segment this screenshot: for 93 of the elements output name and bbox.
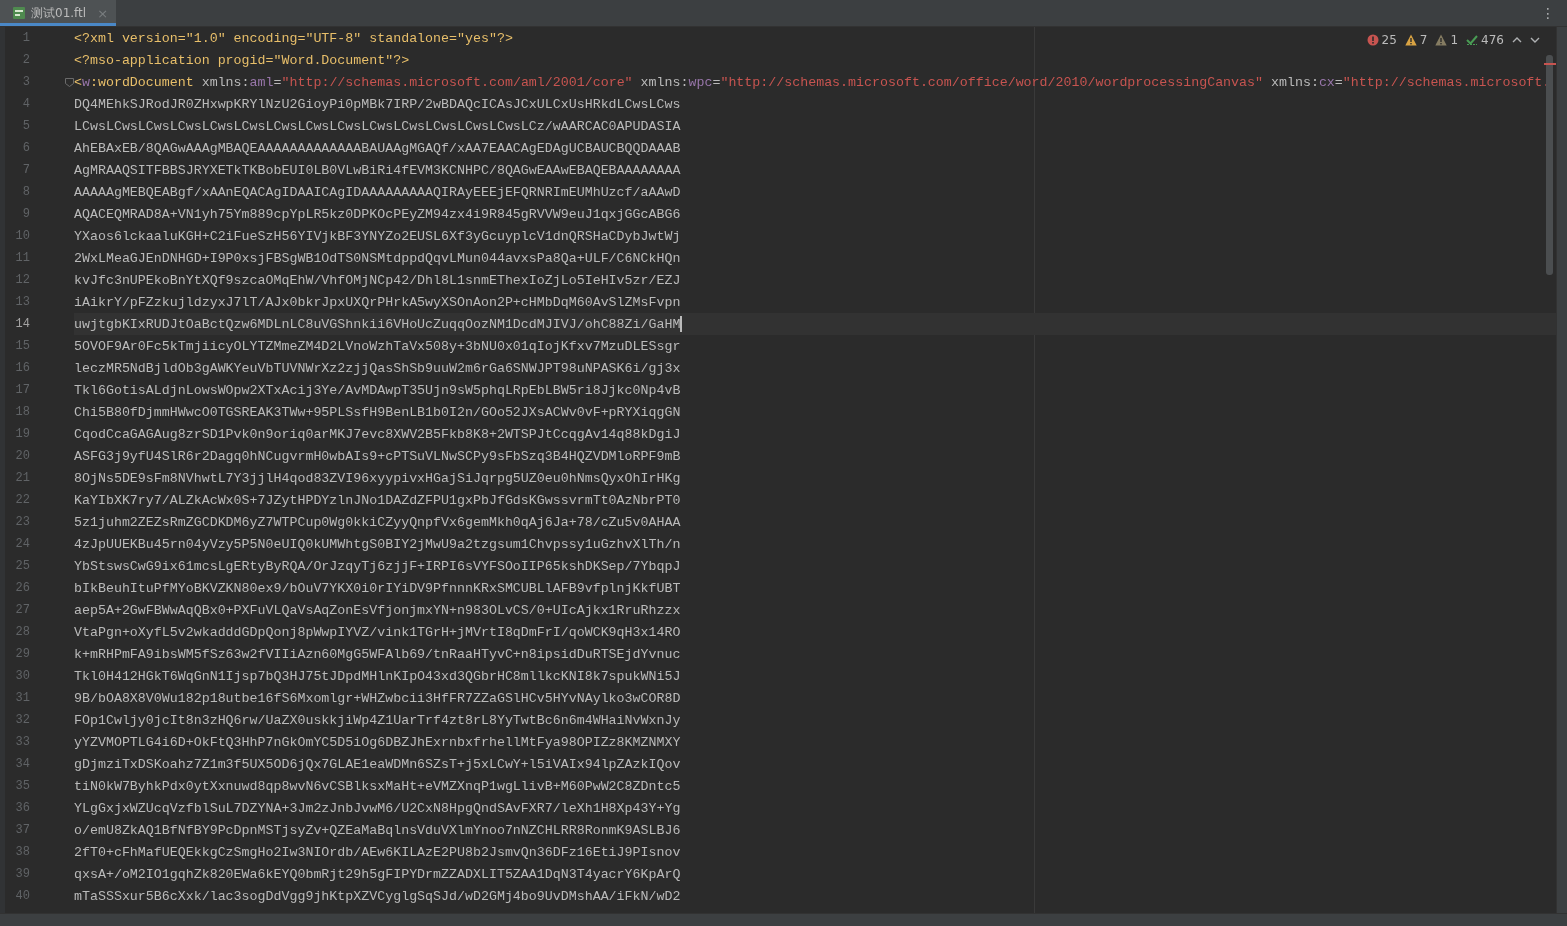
code-line: Tkl6GotisALdjnLowsWOpw2XTxAcij3Ye/AvMDAwpT35Ujn9sW5phqLRpEbLBW5ri8Jjkc0Np4vB (74, 382, 681, 398)
code-line: AQACEQMRAD8A+VN1yh75Ym889cpYpLR5kz0DPKOcPEyZM94zx4i9R845gRVVW9euJ1qxjGGcABG6 (74, 206, 681, 222)
line-number: 28 (14, 625, 30, 639)
line-number: 12 (14, 273, 30, 287)
problem-count[interactable]: 7 (1419, 33, 1428, 47)
line-number: 6 (21, 141, 30, 155)
code-line: yYZVMOPTLG4i6D+OkFtQ3HhP7nGkOmYC5D5iOg6DBZJhExrnbxfrhellMtFya98OPIZz8KMZNMXY (74, 734, 681, 750)
code-line: AAAAAgMEBQEABgf/xAAnEQACAgIDAAICAgIDAAAAAAAAAQIRAyEEEjEFQRNRImEUMhUzcf/aAAwD (74, 184, 681, 200)
code-line: KaYIbXK7ry7/ALZkAcWx0S+7JZytHPDYzlnJNo1DAZdZFPU1gxPbJfGdsKGwssvrmTt0AzNbrPT0 (74, 492, 681, 508)
line-number: 7 (21, 163, 30, 177)
code-line: 5z1juhm2ZEZsRmZGCDKDM6yZ7WTPCup0Wg0kkiCZyyQnpfVx6gemMkh0qAj6Ja+78/cZu5v0AHAA (74, 514, 681, 530)
line-number: 19 (14, 427, 30, 441)
line-number: 24 (14, 537, 30, 551)
line-number: 35 (14, 779, 30, 793)
code-line: YbStswsCwG9ix61mcsLgERtyByRQA/OrJzqyTj6zjjF+IRPI6sVYFSOoIIP65kshDKSep/7YbqpJ (74, 558, 681, 574)
line-number: 37 (14, 823, 30, 837)
line-number: 10 (14, 229, 30, 243)
line-number: 5 (21, 119, 30, 133)
line-number: 34 (14, 757, 30, 771)
line-number: 32 (14, 713, 30, 727)
line-number: 11 (14, 251, 30, 265)
line-number: 1 (21, 31, 30, 45)
line-number: 14 (14, 317, 30, 331)
line-number: 8 (21, 185, 30, 199)
code-line: DQ4MEhkSJRodJR0ZHxwpKRYlNzU2GioyPi0pMBk7IRP/2wBDAQcICAsJCxULCxUsHRkdLCwsLCws (74, 96, 681, 112)
code-line: aep5A+2GwFBWwAqQBx0+PXFuVLQaVsAqZonEsVfjonjmxYN+n983OLvCS/0+UIcAjkx1RruRhzzx (74, 602, 681, 618)
code-line: AhEBAxEB/8QAGwAAAgMBAQEAAAAAAAAAAAAABAUAAgMGAQf/xAA7EAACAgEDAgUCBAUCBQQDAAAB (74, 140, 681, 156)
code-line: kvJfc3nUPEkoBnYtXQf9szcaOMqEhW/VhfOMjNCp42/Dhl8L1snmEThexIoZjLo5IeHIv5zr/EZJ (74, 272, 681, 288)
line-number: 22 (14, 493, 30, 507)
line-number: 33 (14, 735, 30, 749)
scroll-thumb[interactable] (1546, 55, 1553, 275)
line-number: 18 (14, 405, 30, 419)
check-icon (1466, 34, 1479, 46)
code-line: o/emU8ZkAQ1BfNfBY9PcDpnMSTjsyZv+QZEaMaBqlnsVduVXlmYnoo7nNZCHLRR8RonmK9ASLBJ6 (74, 822, 681, 838)
line-number: 27 (14, 603, 30, 617)
code-line: <?xml version="1.0" encoding="UTF-8" standalone="yes"?> (74, 30, 513, 46)
code-line: mTaSSSxur5B6cXxk/lac3sogDdVgg9jhKtpXZVCyglgSqSJd/wD2GMj4bo9UvDMshAA/iFkN/wD2 (74, 888, 681, 904)
code-line: iAikrY/pFZzkujldzyxJ7lT/AJx0bkrJpxUXQrPHrkA5wyXSOnAon2P+cHMbDqM60AvSlZMsFvpn (74, 294, 681, 310)
line-number: 40 (14, 889, 30, 903)
code-line: qxsA+/oM2IO1gqhZk820EWa6kEYQ0bmRjt29h5gFIPYDrmZZADXLIT5ZAA1DqN3T4yacrY6KpArQ (74, 866, 681, 882)
problem-count[interactable]: 25 (1381, 33, 1397, 47)
code-line: 5OVOF9Ar0Fc5kTmjiicyOLYTZMmeZM4D2LVnoWzhTaVx508y+3bNU0x01qIojKfxv7MzuDLESsgr (74, 338, 681, 354)
code-line: VtaPgn+oXyfL5v2wkadddGDpQonj8pWwpIYVZ/vink1TGrH+jMVrtI8qDmFrI/qoWCK9qH3x14RO (74, 624, 681, 640)
line-number: 29 (14, 647, 30, 661)
line-number: 13 (14, 295, 30, 309)
chevron-up-icon (1512, 35, 1522, 45)
line-number: 31 (14, 691, 30, 705)
code-line: k+mRHPmFA9ibsWM5fSz63w2fVIIiAzn60MgG5WFAlb69/tnRaaHTyvC+n8ipsidDuRTSEjdYvnuc (74, 646, 681, 662)
line-number: 25 (14, 559, 30, 573)
code-line: 2fT0+cFhMafUEQEkkgCzSmgHo2Iw3NIOrdb/AEw6KILAzE2PU8b2JsmvQn36DFz16EtiJ9PIsnov (74, 844, 681, 860)
code-line: <w:wordDocument xmlns:aml="http://schemas.microsoft.com/aml/2001/core" xmlns:wpc="http://schemas.microsoft.com/office/word/2010/wordprocessingCanvas" xmlns:cx="http://schemas.microsoft. (74, 74, 1551, 90)
menu-button[interactable]: ⋮ (1529, 0, 1567, 26)
code-line: FOp1Cwljy0jcIt8n3zHQ6rw/UaZX0uskkjiWp4Z1UarTrf4zt8rL8YyTwtBc6n6m4WHaiNvWxnJy (74, 712, 681, 728)
chevron-down-icon (1530, 35, 1540, 45)
code-line: CqodCcaGAGAug8zrSD1Pvk0n9oriq0arMKJ7evc8XWV2B5Fkb8K8+2WTSPJtCcqgAv14q88kDgiJ (74, 426, 681, 442)
line-number: 3 (21, 75, 30, 89)
code-line: YLgGxjxWZUcqVzfblSuL7DZYNA+3Jm2zJnbJvwM6/U2CxN8HpgQndSAvFXR7/leXh1H8Xp43Y+Yg (74, 800, 681, 816)
line-number: 23 (14, 515, 30, 529)
code-line: <?mso-application progid="Word.Document"?> (74, 52, 410, 68)
code-line: 4zJpUUEKBu45rn04yVzy5P5N0eUIQ0kUMWhtgS0BIY2jMwU9a2tzgsum1Chvpssy1uGzhvXlTh/n (74, 536, 681, 552)
line-number: 26 (14, 581, 30, 595)
code-line: 9B/bOA8X8V0Wu182p18utbe16fS6Mxomlgr+WHZwbcii3HfFR7ZZaGSlHCv5HYvNAylko3wCOR8D (74, 690, 681, 706)
code-line: Chi5B80fDjmmHWwcO0TGSREAK3TWw+95PLSsfH9BenLB1b0I2n/GOo52JXsACWv0vF+pRYXiqgGN (74, 404, 681, 420)
line-number: 36 (14, 801, 30, 815)
line-number: 21 (14, 471, 30, 485)
line-number: 30 (14, 669, 30, 683)
code-line: tiN0kW7ByhkPdx0ytXxnuwd8qp8wvN6vCSBlksxMaHt+eVMZXnqP1wgLlivB+M60PwW2C8ZDntc5 (74, 778, 681, 794)
line-number: 2 (21, 53, 30, 67)
line-number: 15 (14, 339, 30, 353)
line-number: 9 (21, 207, 30, 221)
line-number: 16 (14, 361, 30, 375)
file-tab[interactable]: 测试01.ftl × (0, 0, 117, 26)
code-line: 8OjNs5DE9sFm8NVhwtL7Y3jjlH4qod83ZVI96xyypivxHGajSiJqrpg5UZ0eu0hNmsQyxOhIrHKg (74, 470, 681, 486)
code-line: LCwsLCwsLCwsLCwsLCwsLCwsLCwsLCwsLCwsLCwsLCwsLCwsLCwsLCwsLCz/wAARCAC0APUDASIA (74, 118, 681, 134)
error-marker[interactable] (1544, 63, 1556, 65)
code-line: Tkl0H412HGkT6WqGnN1Ijsp7bQ3HJ75tJDpdMHlnKIpO43xd3QGbrHC8mllkcKNI8k7spukWNi5J (74, 668, 681, 684)
line-number: 17 (14, 383, 30, 397)
line-number: 39 (14, 867, 30, 881)
code-line: leczMR5NdBjldOb3gAWKYeuVbTUVNWrXz2zjjQasShSb9uuW2m6rGa6SNWJPT98uNPASK6i/gj3x (74, 360, 681, 376)
problem-count[interactable]: 1 (1450, 33, 1459, 47)
problem-count[interactable]: 476 (1481, 33, 1504, 47)
code-line: gDjmziTxDSKoahz7Z1m3f5UX5OD6jQx7GLAE1eaWDMn6SZsT+j5xLCwY+l5iVAIx94lpZAzkIQov (74, 756, 681, 772)
code-line: AgMRAAQSITFBBSJRYXETkTKBobEUI0LB0VLwBiRi4fEVM3KCNHPC/8QAGwEAAwEBAQEBAAAAAAAA (74, 162, 681, 178)
code-line: bIkBeuhItuPfMYoBKVZKN80ex9/bOuV7YKX0i0rIYiDV9PfnnnKRxSMCUBLlAFB9vfplnjKkfUBT (74, 580, 681, 596)
code-line: 2WxLMeaGJEnDNHGD+I9P0xsjFBSgWB1OdTS0NSMtdppdQqvLMun044avxsPa8Qa+ULF/C6NCkHQn (74, 250, 681, 266)
code-line: ASFG3j9yfU4SlR6r2Dagq0hNCugvrmH0wbAIs9+cPTSuVLNwSCPy9sFbSzq3B4HQZVDMloRPF9mB (74, 448, 681, 464)
text-cursor (680, 316, 683, 332)
code-line: uwjtgbKIxRUDJtOaBctQzw6MDLnLC8uVGShnkii6VHoUcZuqqOozNM1DcdMJIVJ/ohC88Zi/GaHM (74, 316, 681, 332)
line-number: 38 (14, 845, 30, 859)
line-number: 4 (21, 97, 30, 111)
line-number: 20 (14, 449, 30, 463)
code-line: YXaos6lckaaluKGH+C2iFueSzH56YIVjkBF3YNYZo2EUSL6Xf3yGcuyplcV1dnQRSHaCDybJwtWj (74, 228, 681, 244)
file-icon (12, 6, 26, 20)
